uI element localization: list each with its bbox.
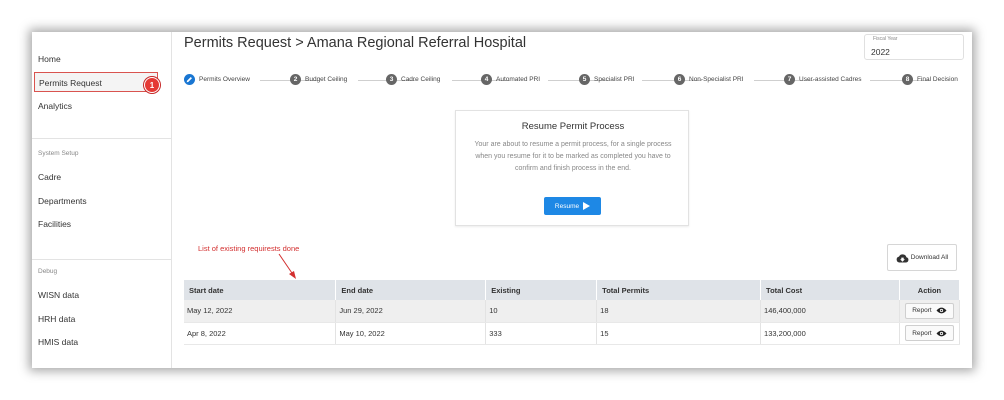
permits-table: Start date End date Existing Total Permi… xyxy=(184,280,961,345)
card-description: Your are about to resume a permit proces… xyxy=(474,141,672,172)
page-title: Permits Request > Amana Regional Referra… xyxy=(184,35,527,51)
pencil-icon xyxy=(184,74,195,85)
cell-total-permits: 18 xyxy=(596,300,762,323)
cell-total-permits: 15 xyxy=(596,322,762,345)
step-number: 2 xyxy=(290,74,301,85)
sidebar: Home Permits Request 1 Analytics System … xyxy=(32,32,172,368)
report-button-label: Report xyxy=(912,329,932,337)
step-number: 8 xyxy=(902,74,913,85)
step-number: 5 xyxy=(579,74,590,85)
report-button-label: Report xyxy=(912,307,932,315)
step-number: 4 xyxy=(481,74,492,85)
step-number: 6 xyxy=(674,74,685,85)
column-header-end-date: End date xyxy=(335,280,487,300)
column-header-start-date: Start date xyxy=(184,280,337,300)
sidebar-item-wisn-data[interactable]: WISN data xyxy=(38,290,79,300)
step-user-assisted-cadres[interactable]: 7 User-assisted Cadres xyxy=(784,74,862,85)
step-final-decision[interactable]: 8 Final Decision xyxy=(902,74,958,85)
cell-existing: 10 xyxy=(485,300,598,323)
step-label: Non-Specialist PRI xyxy=(689,76,744,83)
sidebar-item-hrh-data[interactable]: HRH data xyxy=(38,314,75,324)
column-header-total-cost: Total Cost xyxy=(760,280,900,300)
step-label: Automated PRI xyxy=(496,76,541,83)
step-specialist-pri[interactable]: 5 Specialist PRI xyxy=(579,74,634,85)
resume-button-label: Resume xyxy=(554,202,580,210)
sidebar-item-analytics[interactable]: Analytics xyxy=(38,101,72,111)
report-button[interactable]: Report xyxy=(905,302,954,319)
column-header-existing: Existing xyxy=(485,280,598,300)
sidebar-item-cadre[interactable]: Cadre xyxy=(38,172,61,182)
step-label: Specialist PRI xyxy=(594,76,635,83)
sidebar-item-departments[interactable]: Departments xyxy=(38,196,87,206)
play-icon xyxy=(583,202,591,210)
cloud-download-icon xyxy=(896,253,909,262)
column-header-total-permits: Total Permits xyxy=(596,280,762,300)
step-automated-pri[interactable]: 4 Automated PRI xyxy=(481,74,540,85)
resume-button[interactable]: Resume xyxy=(544,197,601,215)
step-number: 3 xyxy=(386,74,397,85)
download-all-label: Download All xyxy=(910,254,949,261)
sidebar-divider xyxy=(32,138,172,139)
sidebar-item-facilities[interactable]: Facilities xyxy=(38,219,71,229)
cell-total-cost: 146,400,000 xyxy=(760,300,900,323)
fiscal-year-select[interactable]: Fiscal Year 2022 xyxy=(864,34,964,60)
cell-start-date: Apr 8, 2022 xyxy=(184,322,337,345)
table-header-row: Start date End date Existing Total Permi… xyxy=(184,280,961,300)
cell-end-date: May 10, 2022 xyxy=(335,322,487,345)
cell-start-date: May 12, 2022 xyxy=(184,300,337,323)
sidebar-item-hmis-data[interactable]: HMIS data xyxy=(38,337,78,347)
step-label: Permits Overview xyxy=(199,76,250,83)
process-stepper: Permits Overview 2 Budget Ceiling 3 Cadr… xyxy=(184,74,964,88)
cell-existing: 333 xyxy=(485,322,598,345)
step-permits-overview[interactable]: Permits Overview xyxy=(184,74,250,85)
table-row: Apr 8, 2022 May 10, 2022 333 15 133,200,… xyxy=(184,322,961,345)
card-title: Resume Permit Process xyxy=(521,121,625,132)
annotation-text: List of existing requirests done xyxy=(198,244,300,253)
cell-action: Report xyxy=(899,300,961,323)
sidebar-item-home[interactable]: Home xyxy=(38,54,61,64)
app-window: Home Permits Request 1 Analytics System … xyxy=(32,32,972,368)
step-non-specialist-pri[interactable]: 6 Non-Specialist PRI xyxy=(674,74,744,85)
sidebar-item-label: Permits Request xyxy=(39,78,102,88)
step-budget-ceiling[interactable]: 2 Budget Ceiling xyxy=(290,74,347,85)
step-number: 7 xyxy=(784,74,795,85)
step-label: Cadre Ceiling xyxy=(401,76,441,83)
sidebar-divider xyxy=(32,259,172,260)
eye-icon xyxy=(936,330,947,336)
step-label: Budget Ceiling xyxy=(305,76,348,83)
download-all-button[interactable]: Download All xyxy=(887,244,957,271)
cell-total-cost: 133,200,000 xyxy=(760,322,900,345)
resume-permit-card: Resume Permit Process Your are about to … xyxy=(455,110,689,226)
step-badge: 1 xyxy=(144,77,160,93)
fiscal-year-value: 2022 xyxy=(871,47,890,57)
section-label-debug: Debug xyxy=(38,268,58,275)
step-label: Final Decision xyxy=(917,76,958,83)
section-label-system-setup: System Setup xyxy=(38,150,79,157)
eye-icon xyxy=(936,307,947,314)
sidebar-item-permits-request[interactable]: Permits Request xyxy=(34,72,158,92)
report-button[interactable]: Report xyxy=(905,325,954,341)
step-label: User-assisted Cadres xyxy=(799,76,862,83)
column-header-action: Action xyxy=(899,280,961,300)
cell-end-date: Jun 29, 2022 xyxy=(335,300,487,323)
fiscal-year-label: Fiscal Year xyxy=(873,36,898,42)
table-row: May 12, 2022 Jun 29, 2022 10 18 146,400,… xyxy=(184,300,961,323)
step-cadre-ceiling[interactable]: 3 Cadre Ceiling xyxy=(386,74,440,85)
cell-action: Report xyxy=(899,322,961,345)
